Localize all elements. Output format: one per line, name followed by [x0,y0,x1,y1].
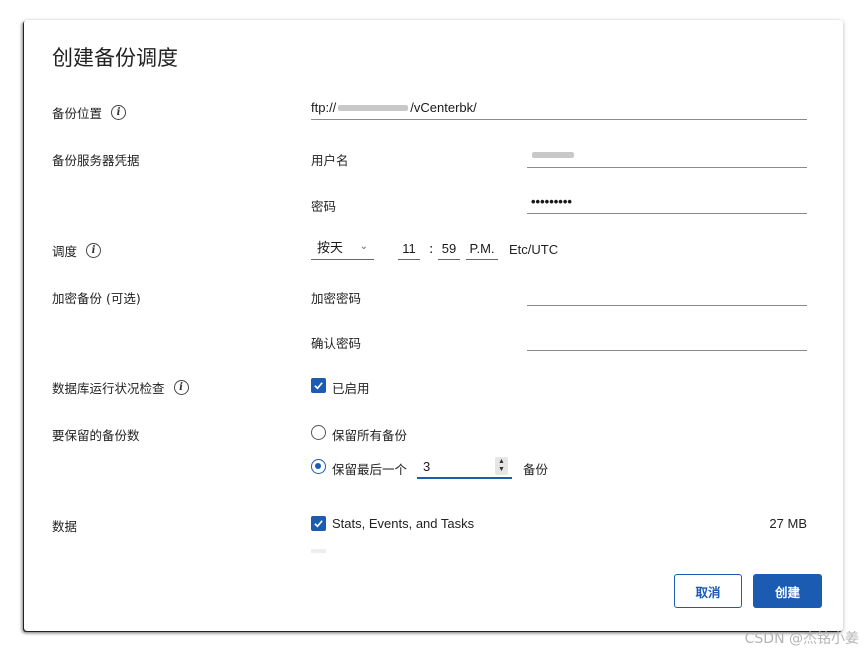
stepper-up-icon[interactable]: ▲ [498,458,505,466]
data-stats-checkbox[interactable] [311,516,326,531]
create-backup-schedule-dialog: 创建备份调度 备份位置 i ftp:// /vCenterbk/ 备份服务器凭据… [24,20,843,631]
username-label: 用户名 [311,153,349,168]
frequency-value: 按天 [317,241,344,256]
frequency-select[interactable]: 按天 ⌄ [311,236,374,260]
dialog-title: 创建备份调度 [52,46,178,70]
watermark: CSDN @杰铭小姜 [744,631,859,647]
backup-count-stepper[interactable]: 3 ▲ ▼ [417,456,512,479]
timezone-text: Etc/UTC [509,242,559,257]
health-check-label-text: 数据库运行状况检查 [52,381,165,396]
username-input[interactable] [527,146,807,168]
redacted-username [532,152,574,158]
checkmark-icon [314,520,323,528]
checkmark-icon [314,382,323,390]
backup-credentials-label: 备份服务器凭据 [52,153,140,168]
cancel-button[interactable]: 取消 [674,574,742,608]
backup-count-value: 3 [423,459,431,474]
data-label: 数据 [52,519,78,534]
info-icon[interactable]: i [111,105,127,120]
backup-location-input[interactable]: ftp:// /vCenterbk/ [311,98,807,120]
time-separator: : [429,242,434,257]
password-input[interactable]: ••••••••• [527,192,807,214]
backup-location-label-text: 备份位置 [52,106,103,121]
password-label: 密码 [311,199,337,214]
data-size: 27 MB [769,516,807,531]
chevron-down-icon: ⌄ [359,241,368,252]
confirm-password-label: 确认密码 [311,336,362,351]
redacted-host [338,105,409,111]
encryption-label: 加密备份 (可选) [52,291,141,306]
health-check-option: 已启用 [332,381,370,396]
encryption-password-input[interactable] [527,284,807,306]
backup-location-suffix: /vCenterbk/ [410,100,477,115]
keep-last-option: 保留最后一个 [332,462,408,477]
info-icon[interactable]: i [173,380,189,395]
keep-last-radio[interactable] [311,459,326,474]
health-check-label: 数据库运行状况检查 i [52,378,189,397]
data-stats-option: Stats, Events, and Tasks [332,516,475,531]
backup-location-prefix: ftp:// [311,100,337,115]
backup-location-label: 备份位置 i [52,103,127,122]
minute-input[interactable]: 59 [438,238,460,260]
ampm-input[interactable]: P.M. [466,238,498,260]
confirm-password-input[interactable] [527,329,807,351]
schedule-label: 调度 i [52,241,102,260]
retention-label: 要保留的备份数 [52,428,140,443]
backup-count-unit: 备份 [523,462,549,477]
create-button[interactable]: 创建 [753,574,822,608]
scroll-clip-hint [311,549,326,553]
keep-all-option: 保留所有备份 [332,428,408,443]
info-icon[interactable]: i [86,243,102,258]
health-check-checkbox[interactable] [311,378,326,393]
schedule-label-text: 调度 [52,244,78,259]
stepper-down-icon[interactable]: ▼ [498,466,505,474]
stepper-arrows[interactable]: ▲ ▼ [495,457,508,475]
hour-input[interactable]: 11 [398,238,420,260]
keep-all-radio[interactable] [311,425,326,440]
encryption-password-label: 加密密码 [311,291,362,306]
